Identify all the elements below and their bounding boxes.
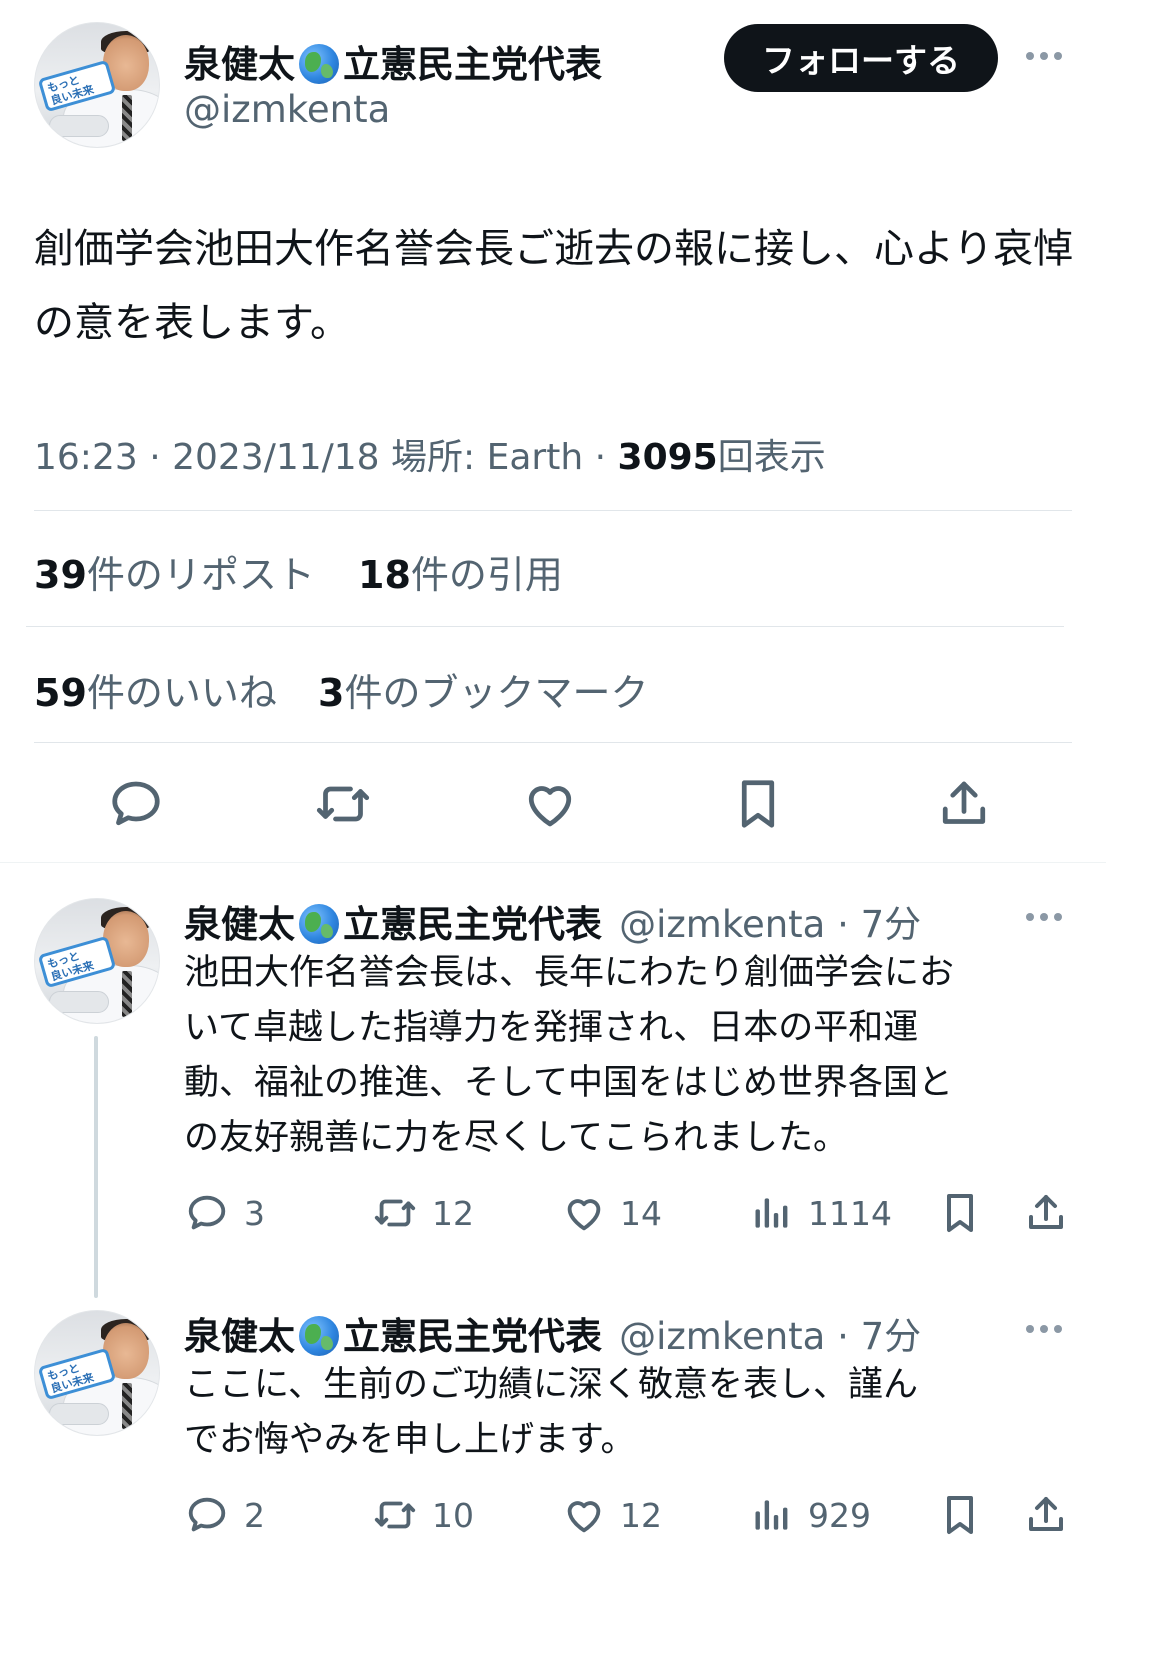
display-name-part1: 泉健太	[184, 903, 295, 946]
reply-text: ここに、生前のご功績に深く敬意を表し、謹ん でお悔やみを申し上げます。	[184, 1358, 1084, 1468]
quotes-stat[interactable]: 18件の引用	[358, 544, 563, 599]
display-name-part2: 立憲民主党代表	[343, 1315, 602, 1358]
more-icon[interactable]	[1026, 913, 1062, 921]
bookmarks-label: 件のブックマーク	[344, 671, 649, 715]
reply-count: 3	[244, 1194, 265, 1233]
reply-header: 泉健太 立憲民主党代表 @izmkenta · 7分	[184, 1306, 921, 1360]
section-divider	[0, 862, 1106, 863]
display-name-part2: 立憲民主党代表	[343, 43, 602, 86]
repost-icon[interactable]	[370, 1190, 420, 1236]
reply-icon[interactable]	[184, 1190, 230, 1236]
likes-stat[interactable]: 59件のいいね	[34, 662, 277, 717]
display-name-part2: 立憲民主党代表	[343, 903, 602, 946]
avatar-arm	[49, 1403, 109, 1425]
avatar-tie	[122, 1383, 132, 1429]
handle-and-time[interactable]: @izmkenta · 7分	[619, 1315, 921, 1358]
views-count: 1114	[808, 1194, 892, 1233]
bookmark-icon[interactable]	[936, 1188, 984, 1238]
share-icon[interactable]	[1022, 1188, 1070, 1238]
views-count[interactable]: 3095	[618, 437, 718, 478]
repost-count: 10	[432, 1496, 474, 1535]
globe-emoji-icon	[299, 44, 339, 84]
avatar[interactable]: もっと 良い未来へ!	[34, 22, 160, 148]
reply-avatar[interactable]: もっと 良い未来へ!	[34, 1310, 160, 1436]
avatar-tie	[122, 971, 132, 1017]
avatar-arm	[49, 115, 109, 137]
user-handle[interactable]: @izmkenta	[184, 88, 390, 131]
display-name-part1: 泉健太	[184, 43, 295, 86]
reply-avatar[interactable]: もっと 良い未来へ!	[34, 898, 160, 1024]
handle-and-time[interactable]: @izmkenta · 7分	[619, 903, 921, 946]
reply-text-line: 池田大作名誉会長は、長年にわたり創価学会にお	[184, 953, 955, 993]
likes-label: 件のいいね	[86, 671, 277, 715]
views-chart-icon[interactable]	[750, 1492, 794, 1538]
heart-icon[interactable]	[560, 1190, 608, 1236]
follow-button[interactable]: フォローする	[724, 24, 998, 92]
reply-text-line: でお悔やみを申し上げます。	[184, 1420, 636, 1460]
repost-count: 12	[432, 1194, 474, 1233]
bookmarks-stat[interactable]: 3件のブックマーク	[318, 662, 648, 717]
thread-connector	[94, 1036, 98, 1298]
divider	[26, 626, 1064, 627]
share-icon[interactable]	[934, 774, 994, 834]
meta-separator: ·	[594, 437, 607, 478]
reposts-stat[interactable]: 39件のリポスト	[34, 544, 315, 599]
heart-icon[interactable]	[520, 774, 580, 834]
display-name[interactable]: 泉健太 立憲民主党代表	[184, 34, 602, 88]
bookmarks-count: 3	[318, 671, 345, 715]
reposts-count: 39	[34, 553, 87, 597]
display-name[interactable]: 泉健太 立憲民主党代表	[184, 903, 602, 946]
more-icon[interactable]	[1026, 52, 1062, 60]
like-count: 12	[620, 1496, 662, 1535]
views-count: 929	[808, 1496, 871, 1535]
display-name[interactable]: 泉健太 立憲民主党代表	[184, 1315, 602, 1358]
reply-text-line: 動、福祉の推進、そして中国をはじめ世界各国と	[184, 1063, 953, 1103]
tweet-text: 創価学会池田大作名誉会長ご逝去の報に接し、心より哀悼の意を表します。	[34, 226, 1074, 346]
views-chart-icon[interactable]	[750, 1190, 794, 1236]
divider	[34, 742, 1072, 743]
display-name-part1: 泉健太	[184, 1315, 295, 1358]
avatar-tie	[122, 95, 132, 141]
reply-icon[interactable]	[106, 774, 166, 834]
globe-emoji-icon	[299, 904, 339, 944]
likes-count: 59	[34, 671, 87, 715]
more-icon[interactable]	[1026, 1325, 1062, 1333]
heart-icon[interactable]	[560, 1492, 608, 1538]
tweet-location: 場所: Earth	[391, 437, 584, 478]
reply-text-line: いて卓越した指導力を発揮され、日本の平和運	[184, 1008, 919, 1048]
reply-icon[interactable]	[184, 1492, 230, 1538]
tweet-metadata: 16:23 · 2023/11/18 場所: Earth · 3095回表示	[34, 428, 826, 480]
bookmark-icon[interactable]	[728, 774, 788, 834]
reposts-label: 件のリポスト	[86, 553, 315, 597]
divider	[34, 510, 1072, 511]
reply-header: 泉健太 立憲民主党代表 @izmkenta · 7分	[184, 894, 921, 948]
views-label: 回表示	[717, 437, 826, 478]
reply-text: 池田大作名誉会長は、長年にわたり創価学会にお いて卓越した指導力を発揮され、日本…	[184, 946, 1084, 1166]
repost-icon[interactable]	[370, 1492, 420, 1538]
repost-icon[interactable]	[312, 774, 374, 834]
globe-emoji-icon	[299, 1316, 339, 1356]
quotes-label: 件の引用	[410, 553, 563, 597]
share-icon[interactable]	[1022, 1490, 1070, 1540]
reply-text-line: ここに、生前のご功績に深く敬意を表し、謹ん	[184, 1365, 918, 1405]
avatar-arm	[49, 991, 109, 1013]
quotes-count: 18	[358, 553, 411, 597]
reply-text-line: の友好親善に力を尽くしてこられました。	[184, 1118, 848, 1158]
bookmark-icon[interactable]	[936, 1490, 984, 1540]
reply-count: 2	[244, 1496, 265, 1535]
like-count: 14	[620, 1194, 662, 1233]
tweet-time[interactable]: 16:23 · 2023/11/18	[34, 437, 380, 478]
